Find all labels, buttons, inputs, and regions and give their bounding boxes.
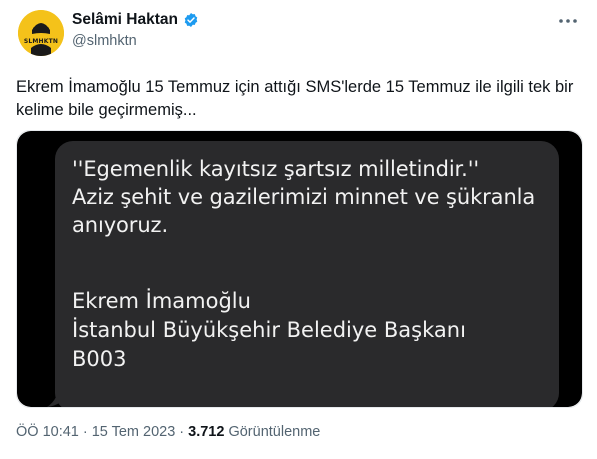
avatar[interactable]: SLMHKTN	[18, 10, 64, 56]
meta-separator: ·	[179, 424, 185, 440]
tweet-date[interactable]: 15 Tem 2023	[92, 424, 176, 440]
tweet-header: SLMHKTN Selâmi Haktan @slmhktn	[18, 8, 579, 58]
views-label: Görüntülenme	[228, 424, 321, 440]
sms-signature-name: Ekrem İmamoğlu	[72, 289, 251, 313]
display-name-row: Selâmi Haktan	[72, 11, 199, 29]
sms-signature: Ekrem İmamoğlu İstanbul Büyükşehir Beled…	[72, 287, 552, 374]
author-handle[interactable]: @slmhktn	[72, 33, 199, 49]
views-count: 3.712	[188, 424, 225, 440]
tweet-meta: ÖÖ 10:41 · 15 Tem 2023 · 3.712 Görüntülenme	[16, 424, 320, 440]
tweet-text: Ekrem İmamoğlu 15 Temmuz için attığı SMS…	[16, 78, 574, 119]
verified-badge-icon	[183, 12, 199, 28]
sms-signature-title: İstanbul Büyükşehir Belediye Başkanı	[72, 318, 466, 342]
sms-screenshot: ''Egemenlik kayıtsız şartsız milletindir…	[17, 131, 582, 407]
tweet-time[interactable]: ÖÖ 10:41	[16, 424, 79, 440]
author-names: Selâmi Haktan @slmhktn	[72, 11, 199, 49]
more-horizontal-icon[interactable]	[557, 14, 579, 28]
avatar-illustration	[18, 10, 64, 56]
display-name[interactable]: Selâmi Haktan	[72, 11, 178, 29]
sms-body: ''Egemenlik kayıtsız şartsız milletindir…	[72, 157, 536, 237]
avatar-logo-text: SLMHKTN	[23, 38, 59, 45]
meta-separator: ·	[82, 424, 88, 440]
sms-signature-code: B003	[72, 347, 127, 371]
tweet-media[interactable]: ''Egemenlik kayıtsız şartsız milletindir…	[16, 130, 583, 408]
